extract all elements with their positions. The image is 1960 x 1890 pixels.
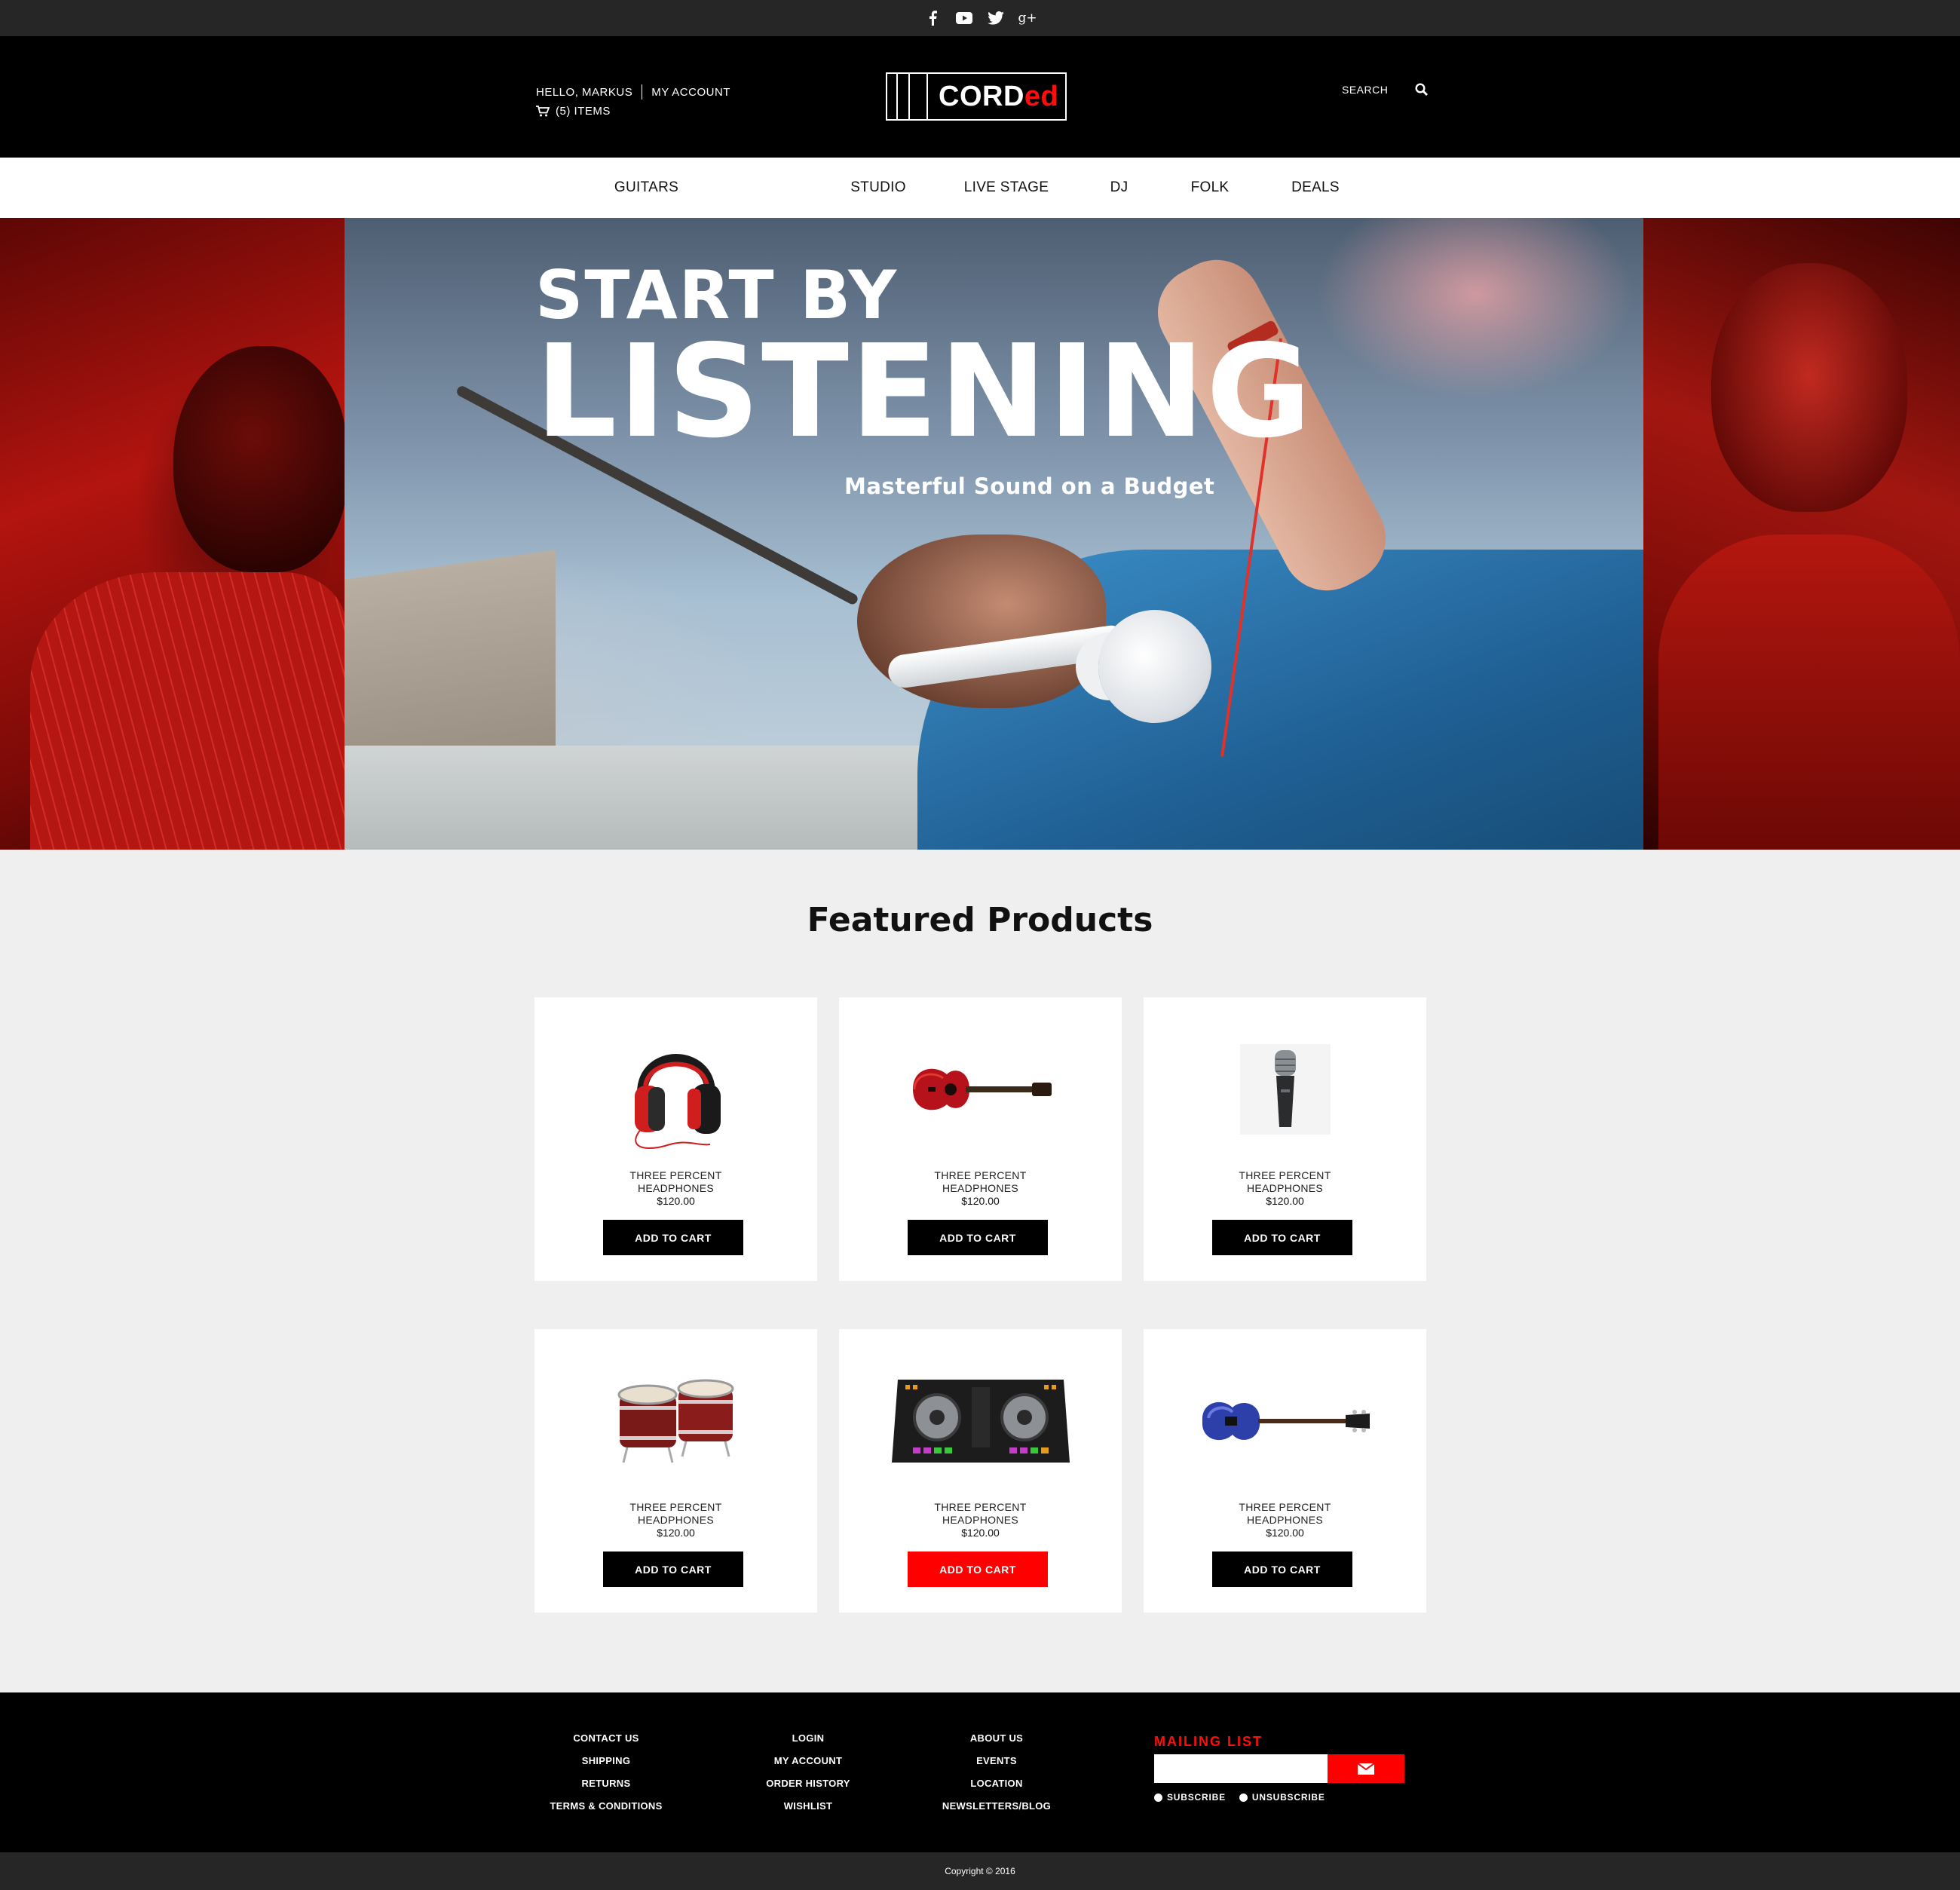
site-logo[interactable]: CORDed [886, 72, 1067, 121]
product-price: $120.00 [1266, 1527, 1304, 1539]
product-card[interactable]: THREE PERCENT HEADPHONES $120.00 ADD TO C… [839, 997, 1122, 1281]
site-footer: CONTACT US SHIPPING RETURNS TERMS & COND… [0, 1692, 1960, 1852]
footer-link-shipping[interactable]: SHIPPING [508, 1750, 704, 1772]
product-card[interactable]: THREE PERCENT HEADPHONES $120.00 ADD TO C… [839, 1329, 1122, 1613]
footer-link-contact-us[interactable]: CONTACT US [508, 1727, 704, 1750]
greeting-text: HELLO, MARKUS [536, 85, 633, 99]
add-to-cart-button[interactable]: ADD TO CART [908, 1220, 1048, 1255]
search-label[interactable]: SEARCH [1342, 84, 1388, 96]
add-to-cart-button[interactable]: ADD TO CART [603, 1552, 743, 1587]
product-card[interactable]: THREE PERCENT HEADPHONES $120.00 ADD TO C… [1144, 997, 1426, 1281]
product-price: $120.00 [961, 1195, 1000, 1207]
copyright-text: Copyright © 2016 [945, 1866, 1015, 1876]
product-name: THREE PERCENT HEADPHONES [629, 1169, 722, 1194]
product-price: $120.00 [1266, 1195, 1304, 1207]
dj-controller-icon[interactable] [839, 1346, 1122, 1496]
hero-photo-right [1643, 218, 1960, 850]
mailing-list: MAILING LIST SUBSCRIBE UNSUBSCRIBE [1154, 1734, 1404, 1803]
nav-item-folk[interactable]: FOLK [1184, 158, 1236, 218]
site-header: HELLO, MARKUS MY ACCOUNT (5) ITEMS CORDe… [0, 36, 1960, 158]
nav-item-deals[interactable]: DEALS [1285, 158, 1346, 218]
footer-column-company: ABOUT US EVENTS LOCATION NEWSLETTERS/BLO… [899, 1727, 1095, 1818]
add-to-cart-button[interactable]: ADD TO CART [1212, 1552, 1352, 1587]
footer-link-my-account[interactable]: MY ACCOUNT [710, 1750, 906, 1772]
hero-banner[interactable]: START BY LISTENING Masterful Sound on a … [0, 218, 1960, 850]
footer-column-support: CONTACT US SHIPPING RETURNS TERMS & COND… [508, 1727, 704, 1818]
product-price: $120.00 [657, 1195, 695, 1207]
bass-guitar-icon[interactable] [1144, 1346, 1426, 1496]
footer-link-terms[interactable]: TERMS & CONDITIONS [508, 1795, 704, 1818]
search-icon[interactable] [1415, 83, 1429, 96]
product-price: $120.00 [961, 1527, 1000, 1539]
add-to-cart-button[interactable]: ADD TO CART [908, 1552, 1048, 1587]
my-account-link[interactable]: MY ACCOUNT [651, 86, 730, 99]
subscribe-radio[interactable]: SUBSCRIBE [1154, 1792, 1226, 1803]
nav-item-studio[interactable]: STUDIO [841, 158, 916, 218]
hero-headline: START BY LISTENING Masterful Sound on a … [535, 262, 1313, 500]
mailing-list-title: MAILING LIST [1154, 1734, 1263, 1749]
radio-selected-icon [1154, 1793, 1162, 1802]
product-name: THREE PERCENT HEADPHONES [1239, 1501, 1331, 1526]
product-price: $120.00 [657, 1527, 695, 1539]
logo-bars-icon [887, 74, 929, 119]
social-bar: g+ [0, 0, 1960, 36]
hero-photo-left [0, 218, 347, 850]
google-plus-icon[interactable]: g+ [1018, 10, 1037, 26]
featured-title: Featured Products [807, 901, 1153, 939]
footer-link-events[interactable]: EVENTS [899, 1750, 1095, 1772]
footer-link-login[interactable]: LOGIN [710, 1727, 906, 1750]
copyright-bar: Copyright © 2016 [0, 1852, 1960, 1890]
add-to-cart-button[interactable]: ADD TO CART [1212, 1220, 1352, 1255]
cart-icon [536, 106, 550, 117]
product-card[interactable]: THREE PERCENT HEADPHONES $120.00 ADD TO C… [1144, 1329, 1426, 1613]
search-area[interactable]: SEARCH [1342, 83, 1429, 96]
logo-wordmark: CORDed [939, 80, 1059, 112]
microphone-icon[interactable] [1144, 1014, 1426, 1165]
footer-link-returns[interactable]: RETURNS [508, 1772, 704, 1795]
send-button[interactable] [1328, 1754, 1404, 1783]
twitter-icon[interactable] [988, 10, 1004, 26]
nav-item-drums[interactable]: DRUMS [733, 158, 799, 218]
radio-icon [1239, 1793, 1248, 1802]
user-links: HELLO, MARKUS MY ACCOUNT [536, 84, 730, 100]
hero-line-2: LISTENING [535, 317, 1313, 467]
nav-item-guitars[interactable]: GUITARS [603, 158, 690, 218]
headphones-icon[interactable] [534, 1014, 817, 1165]
facebook-icon[interactable] [924, 10, 941, 26]
footer-link-about-us[interactable]: ABOUT US [899, 1727, 1095, 1750]
nav-item-dj[interactable]: DJ [1102, 158, 1136, 218]
product-card[interactable]: THREE PERCENT HEADPHONES $120.00 ADD TO C… [534, 997, 817, 1281]
footer-link-order-history[interactable]: ORDER HISTORY [710, 1772, 906, 1795]
nav-item-live-stage[interactable]: LIVE STAGE [957, 158, 1055, 218]
footer-link-wishlist[interactable]: WISHLIST [710, 1795, 906, 1818]
bongo-drums-icon[interactable] [534, 1346, 817, 1496]
cart-count: (5) ITEMS [556, 105, 611, 118]
product-name: THREE PERCENT HEADPHONES [934, 1501, 1027, 1526]
cart-link[interactable]: (5) ITEMS [536, 105, 611, 118]
main-nav: GUITARS DRUMS STUDIO LIVE STAGE DJ FOLK … [0, 158, 1960, 218]
unsubscribe-radio[interactable]: UNSUBSCRIBE [1239, 1792, 1325, 1803]
footer-link-newsletters[interactable]: NEWSLETTERS/BLOG [899, 1795, 1095, 1818]
footer-link-location[interactable]: LOCATION [899, 1772, 1095, 1795]
envelope-icon [1358, 1763, 1374, 1775]
product-name: THREE PERCENT HEADPHONES [934, 1169, 1027, 1194]
hero-subtitle: Masterful Sound on a Budget [844, 473, 1215, 499]
product-name: THREE PERCENT HEADPHONES [1239, 1169, 1331, 1194]
product-name: THREE PERCENT HEADPHONES [629, 1501, 722, 1526]
acoustic-guitar-icon[interactable] [839, 1014, 1122, 1165]
email-field[interactable] [1154, 1754, 1328, 1783]
product-card[interactable]: THREE PERCENT HEADPHONES $120.00 ADD TO C… [534, 1329, 817, 1613]
add-to-cart-button[interactable]: ADD TO CART [603, 1220, 743, 1255]
subscription-options: SUBSCRIBE UNSUBSCRIBE [1154, 1792, 1325, 1803]
youtube-icon[interactable] [956, 10, 972, 26]
footer-column-account: LOGIN MY ACCOUNT ORDER HISTORY WISHLIST [710, 1727, 906, 1818]
